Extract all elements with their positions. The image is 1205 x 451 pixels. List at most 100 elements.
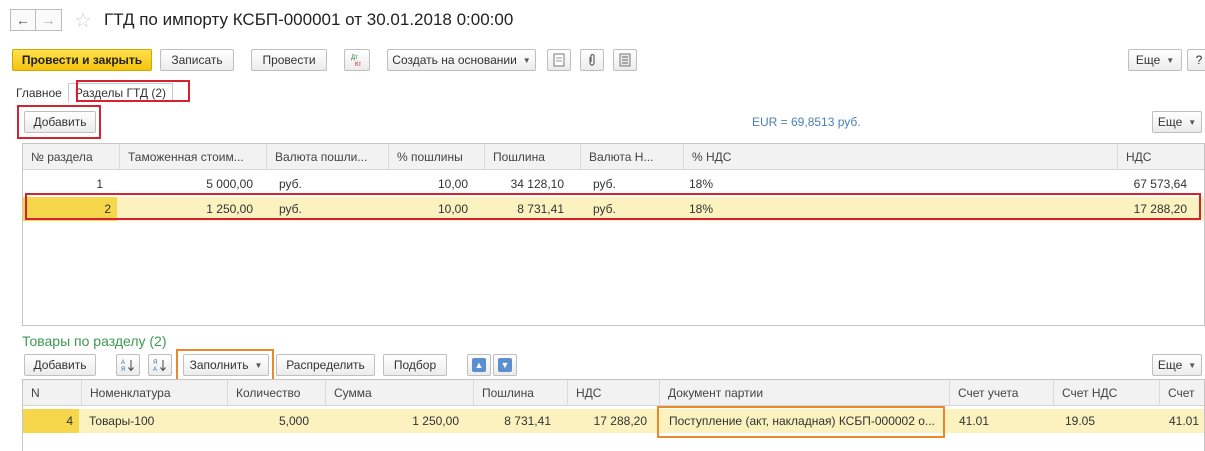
exchange-rate-label: EUR = 69,8513 руб. — [752, 115, 861, 129]
column-header[interactable]: Счет НДС — [1053, 380, 1159, 406]
back-arrow-icon: ← — [16, 12, 30, 28]
sort-asc-button[interactable]: АЯ — [116, 354, 140, 376]
chevron-down-icon: ▼ — [1188, 360, 1197, 370]
move-down-button[interactable]: ▼ — [493, 354, 517, 376]
add-goods-button[interactable]: Добавить — [24, 354, 96, 376]
customs-value: 1 250,00 — [206, 202, 253, 216]
column-header[interactable]: Валюта пошли... — [266, 144, 388, 170]
sort-desc-button[interactable]: ЯА — [148, 354, 172, 376]
more-menu-button[interactable]: Еще ▼ — [1128, 49, 1182, 71]
report-button[interactable] — [547, 49, 571, 71]
duty-amount: 8 731,41 — [517, 202, 564, 216]
column-header[interactable]: Пошлина — [484, 144, 580, 170]
column-header[interactable]: Количество — [227, 380, 325, 406]
post-button[interactable]: Провести — [251, 49, 327, 71]
attach-button[interactable] — [580, 49, 604, 71]
table-row-selected[interactable]: 2 1 250,00 руб. 10,00 8 731,41 руб. 18% … — [23, 197, 1204, 221]
duty-currency: руб. — [279, 202, 302, 216]
svg-text:Дт: Дт — [351, 55, 358, 61]
column-header[interactable]: Номенклатура — [81, 380, 227, 406]
sum: 1 250,00 — [412, 414, 459, 428]
account: 41.01 — [959, 414, 990, 428]
chevron-down-icon: ▼ — [1188, 117, 1197, 127]
duty-currency: руб. — [279, 177, 302, 191]
paperclip-icon — [589, 53, 595, 66]
section-number: 1 — [96, 177, 103, 191]
vat-amount: 17 288,20 — [1133, 202, 1187, 216]
sections-more-button[interactable]: Еще ▼ — [1152, 111, 1202, 133]
chevron-down-icon: ▼ — [1166, 55, 1175, 65]
tab-main[interactable]: Главное — [10, 84, 68, 102]
svg-text:А: А — [153, 367, 157, 372]
distribute-button[interactable]: Распределить — [276, 354, 375, 376]
column-header[interactable]: Счет учета — [949, 380, 1053, 406]
help-button[interactable]: ? — [1187, 49, 1205, 71]
title-bar: ← → ☆ ГТД по импорту КСБП-000001 от 30.0… — [10, 6, 513, 34]
sort-descending-icon: ЯА — [153, 360, 166, 372]
account-2: 41.01 — [1169, 414, 1200, 428]
structure-button[interactable] — [613, 49, 637, 71]
tab-bar: Главное Разделы ГТД (2) — [10, 82, 174, 102]
dt-kt-report-button[interactable]: Дт Кт — [344, 49, 370, 71]
back-button[interactable]: ← — [10, 9, 36, 31]
column-header[interactable]: Валюта Н... — [580, 144, 683, 170]
vat-currency: руб. — [593, 177, 616, 191]
arrow-down-icon: ▼ — [498, 358, 512, 372]
goods-more-label: Еще — [1157, 358, 1183, 372]
create-based-on-label: Создать на основании — [392, 53, 517, 67]
fill-label: Заполнить — [189, 358, 249, 372]
svg-text:Я: Я — [153, 360, 157, 366]
column-header[interactable]: N — [23, 380, 81, 406]
table-row[interactable]: 1 5 000,00 руб. 10,00 34 128,10 руб. 18%… — [23, 172, 1204, 196]
selection-button[interactable]: Подбор — [383, 354, 447, 376]
column-header[interactable]: НДС — [1117, 144, 1204, 170]
post-and-close-button[interactable]: Провести и закрыть — [12, 49, 152, 71]
batch-document[interactable]: Поступление (акт, накладная) КСБП-000002… — [663, 409, 945, 433]
column-header[interactable]: % пошлины — [388, 144, 484, 170]
vat-percent: 18% — [689, 177, 714, 191]
save-button[interactable]: Записать — [160, 49, 234, 71]
create-based-on-button[interactable]: Создать на основании ▼ — [387, 49, 536, 71]
duty-amount: 34 128,10 — [510, 177, 564, 191]
section-number: 2 — [23, 197, 117, 221]
table-row-selected[interactable]: 4 Товары-100 5,000 1 250,00 8 731,41 17 … — [23, 409, 1204, 433]
svg-text:Я: Я — [121, 367, 125, 372]
vat-amount: 17 288,20 — [593, 414, 647, 428]
column-header[interactable]: Таможенная стоим... — [119, 144, 266, 170]
column-header[interactable]: № раздела — [23, 144, 119, 170]
tab-gtd-sections[interactable]: Разделы ГТД (2) — [67, 83, 174, 102]
sections-table: № раздела Таможенная стоим... Валюта пош… — [22, 143, 1205, 326]
more-label: Еще — [1135, 53, 1161, 67]
sections-table-header: № раздела Таможенная стоим... Валюта пош… — [23, 144, 1204, 170]
add-section-button[interactable]: Добавить — [24, 111, 96, 133]
chevron-down-icon: ▼ — [254, 360, 263, 370]
quantity: 5,000 — [278, 414, 309, 428]
fill-button[interactable]: Заполнить ▼ — [183, 354, 269, 376]
goods-more-button[interactable]: Еще ▼ — [1152, 354, 1202, 376]
column-header[interactable]: Пошлина — [473, 380, 567, 406]
customs-value: 5 000,00 — [206, 177, 253, 191]
row-number: 4 — [23, 409, 79, 433]
duty-percent: 10,00 — [437, 177, 468, 191]
svg-text:А: А — [121, 360, 125, 366]
column-header[interactable]: НДС — [567, 380, 659, 406]
goods-table: N Номенклатура Количество Сумма Пошлина … — [22, 379, 1205, 451]
list-icon — [619, 53, 631, 67]
column-header[interactable]: Счет — [1159, 380, 1204, 406]
move-up-button[interactable]: ▲ — [467, 354, 491, 376]
duty-amount: 8 731,41 — [504, 414, 551, 428]
document-icon — [553, 53, 565, 67]
goods-section-title: Товары по разделу (2) — [22, 333, 167, 349]
column-header[interactable]: Сумма — [325, 380, 473, 406]
sections-more-label: Еще — [1157, 115, 1183, 129]
sort-ascending-icon: АЯ — [121, 360, 134, 372]
chevron-down-icon: ▼ — [522, 55, 531, 65]
forward-button[interactable]: → — [36, 9, 62, 31]
vat-account: 19.05 — [1065, 414, 1096, 428]
arrow-up-icon: ▲ — [472, 358, 486, 372]
goods-table-header: N Номенклатура Количество Сумма Пошлина … — [23, 380, 1204, 406]
column-header[interactable]: Документ партии — [659, 380, 949, 406]
column-header[interactable]: % НДС — [683, 144, 1117, 170]
favorite-star-icon[interactable]: ☆ — [74, 8, 92, 33]
nomenclature: Товары-100 — [89, 414, 155, 428]
